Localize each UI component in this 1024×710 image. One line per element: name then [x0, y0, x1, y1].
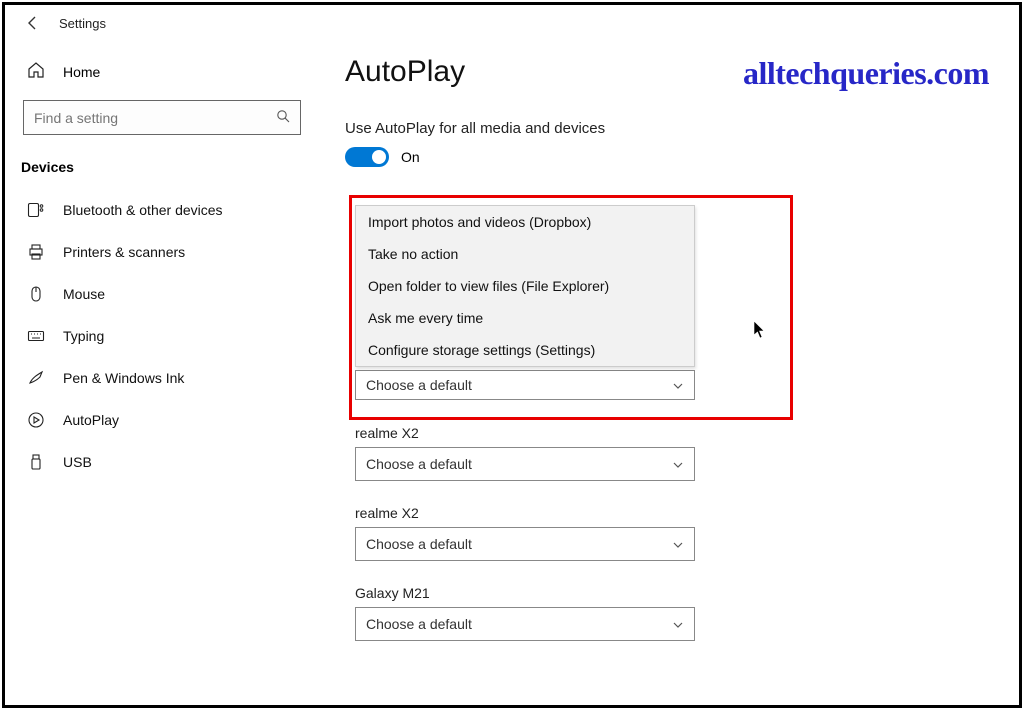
sidebar-item-label: Typing	[63, 328, 104, 344]
sidebar-item-label: Mouse	[63, 286, 105, 302]
keyboard-icon	[27, 327, 45, 345]
search-input[interactable]	[23, 100, 301, 135]
title-bar: Settings	[5, 5, 1019, 37]
pen-icon	[27, 369, 45, 387]
dropdown-popup: Import photos and videos (Dropbox) Take …	[355, 205, 695, 367]
select-value: Choose a default	[366, 536, 472, 552]
device-label: realme X2	[355, 505, 755, 521]
home-icon	[27, 61, 45, 82]
select-value: Choose a default	[366, 616, 472, 632]
dropdown-option[interactable]: Take no action	[356, 238, 694, 270]
toggle-state-label: On	[401, 149, 420, 165]
device-select-open[interactable]: Choose a default	[355, 370, 695, 400]
sidebar-item-mouse[interactable]: Mouse	[19, 273, 305, 315]
chevron-down-icon	[672, 538, 684, 550]
back-icon[interactable]	[25, 15, 41, 31]
sidebar-item-printers[interactable]: Printers & scanners	[19, 231, 305, 273]
dropdown-option[interactable]: Configure storage settings (Settings)	[356, 334, 694, 366]
sidebar: Home Devices Bluetooth & other devices	[5, 37, 315, 701]
select-value: Choose a default	[366, 456, 472, 472]
sidebar-section-header: Devices	[19, 153, 305, 189]
sidebar-item-label: USB	[63, 454, 92, 470]
autoplay-icon	[27, 411, 45, 429]
sidebar-item-bluetooth[interactable]: Bluetooth & other devices	[19, 189, 305, 231]
dropdown-option[interactable]: Open folder to view files (File Explorer…	[356, 270, 694, 302]
device-select[interactable]: Choose a default	[355, 527, 695, 561]
sidebar-item-typing[interactable]: Typing	[19, 315, 305, 357]
autoplay-toggle[interactable]	[345, 147, 389, 167]
usb-icon	[27, 453, 45, 471]
bluetooth-icon	[27, 201, 45, 219]
sidebar-item-label: AutoPlay	[63, 412, 119, 428]
page-title: AutoPlay	[345, 55, 465, 89]
toggle-caption: Use AutoPlay for all media and devices	[345, 120, 989, 137]
search-field[interactable]	[34, 110, 276, 126]
chevron-down-icon	[672, 458, 684, 470]
device-select[interactable]: Choose a default	[355, 447, 695, 481]
dropdown-option[interactable]: Ask me every time	[356, 302, 694, 334]
chevron-down-icon	[672, 379, 684, 391]
device-label: Galaxy M21	[355, 585, 755, 601]
cursor-icon	[753, 320, 767, 340]
app-title: Settings	[59, 16, 106, 31]
sidebar-item-label: Bluetooth & other devices	[63, 202, 223, 218]
mouse-icon	[27, 285, 45, 303]
device-label: realme X2	[355, 425, 755, 441]
sidebar-item-pen[interactable]: Pen & Windows Ink	[19, 357, 305, 399]
printer-icon	[27, 243, 45, 261]
sidebar-item-usb[interactable]: USB	[19, 441, 305, 483]
sidebar-item-autoplay[interactable]: AutoPlay	[19, 399, 305, 441]
sidebar-item-label: Pen & Windows Ink	[63, 370, 184, 386]
search-icon	[276, 109, 290, 126]
watermark-brand: alltechqueries.com	[743, 55, 989, 92]
nav-home[interactable]: Home	[19, 55, 305, 88]
sidebar-item-label: Printers & scanners	[63, 244, 185, 260]
device-select[interactable]: Choose a default	[355, 607, 695, 641]
dropdown-option[interactable]: Import photos and videos (Dropbox)	[356, 206, 694, 238]
select-value: Choose a default	[366, 377, 472, 393]
nav-home-label: Home	[63, 64, 100, 80]
chevron-down-icon	[672, 618, 684, 630]
